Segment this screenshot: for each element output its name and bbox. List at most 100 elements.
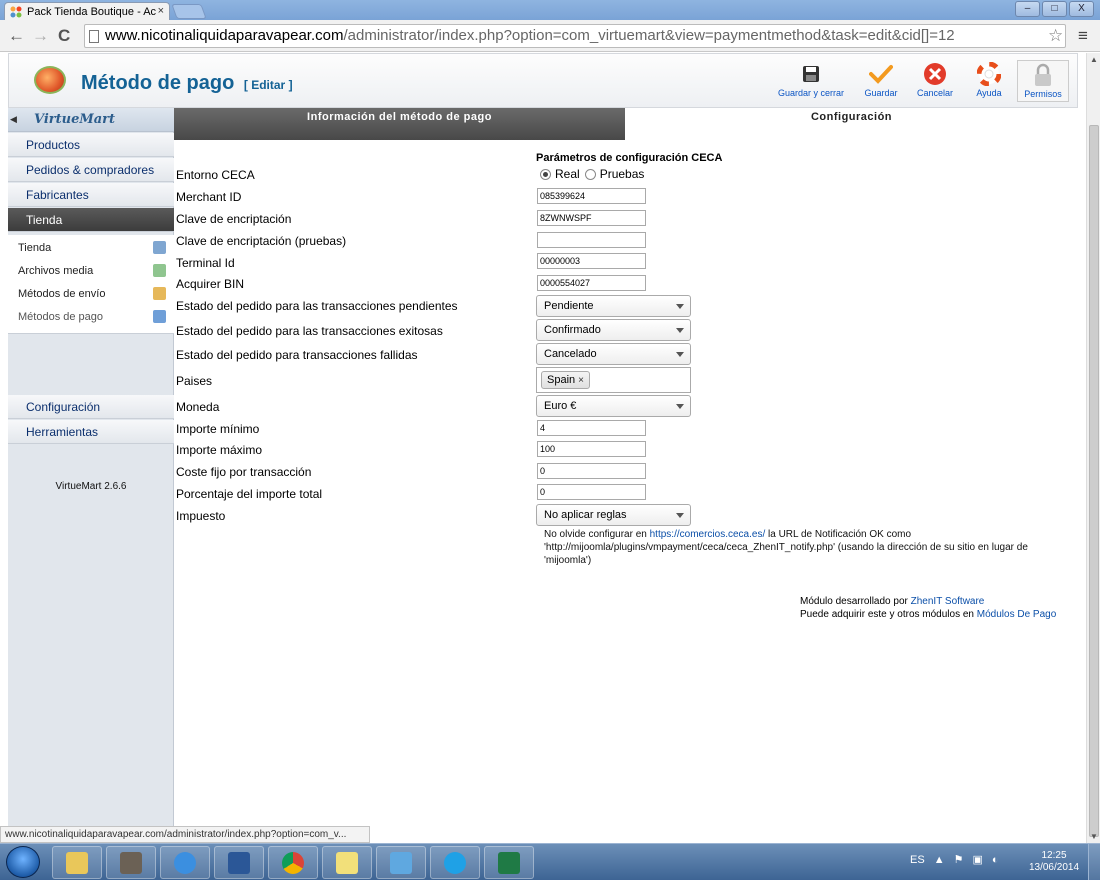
volume-icon[interactable]: ◐ [992, 854, 999, 866]
sidebar-section-herramientas[interactable]: Herramientas [8, 420, 174, 444]
notification-note: No olvide configurar en https://comercio… [544, 528, 1064, 567]
tab-configuration[interactable]: Configuración [625, 108, 1078, 140]
ceca-link[interactable]: https://comercios.ceca.es/ [650, 529, 766, 540]
fixed-cost-input[interactable] [537, 463, 646, 479]
taskbar-gimp[interactable] [106, 846, 156, 879]
success-status-select[interactable]: Confirmado [536, 319, 691, 341]
note-prefix: No olvide configurar en [544, 529, 647, 540]
taskbar-word[interactable] [214, 846, 264, 879]
tab-payment-info[interactable]: Información del método de pago [174, 108, 625, 140]
cancel-button[interactable]: Cancelar [909, 60, 961, 102]
sidebar-section-fabricantes[interactable]: Fabricantes [8, 183, 174, 207]
action-toolbar: Guardar y cerrar Guardar Cancelar Ayuda [769, 60, 1069, 102]
note-middle: la URL de Notificación OK como [768, 529, 912, 540]
sidebar: ◀ VirtueMart Productos Pedidos & comprad… [8, 108, 174, 826]
radio-pruebas[interactable] [584, 168, 596, 180]
taskbar-ie[interactable] [160, 846, 210, 879]
browser-menu-icon[interactable]: ≡ [1078, 26, 1088, 46]
sidebar-section-tienda[interactable]: Tienda [8, 208, 174, 232]
bookmark-star-icon[interactable]: ☆ [1048, 26, 1063, 46]
sidebar-section-pedidos[interactable]: Pedidos & compradores [8, 158, 174, 182]
reload-button[interactable]: C [58, 26, 70, 46]
sidebar-item-metodos-pago[interactable]: Métodos de pago [8, 307, 174, 329]
configuration-form: Parámetros de configuración CECA Entorno… [176, 143, 1078, 743]
taskbar-skype[interactable] [430, 846, 480, 879]
admin-header: Método de pago [ Editar ] Guardar y cerr… [8, 53, 1078, 108]
clock-time: 12:25 [1041, 850, 1067, 861]
window-controls: – □ X [1015, 1, 1094, 17]
url-host: www.nicotinaliquidaparavapear.com [105, 27, 344, 44]
taskbar-excel[interactable] [484, 846, 534, 879]
browser-tab[interactable]: Pack Tienda Boutique - Ac × [4, 2, 170, 20]
label-currency: Moneda [176, 400, 220, 414]
virtuemart-brand: VirtueMart [34, 112, 116, 127]
chevron-down-icon [676, 404, 684, 409]
payment-modules-link[interactable]: Módulos De Pago [977, 609, 1057, 620]
taskbar-chrome[interactable] [268, 846, 318, 879]
tab-bar: Información del método de pago Configura… [174, 108, 1078, 140]
label-min: Importe mínimo [176, 422, 260, 436]
back-button[interactable]: ← [8, 26, 25, 46]
page-scrollbar[interactable]: ▲ ▼ [1086, 53, 1100, 843]
country-tag-label: Spain [547, 374, 576, 386]
joomla-favicon-icon [10, 6, 22, 18]
tax-select[interactable]: No aplicar reglas [536, 504, 691, 526]
scroll-up-icon[interactable]: ▲ [1090, 55, 1098, 64]
status-bar: www.nicotinaliquidaparavapear.com/admini… [0, 826, 370, 843]
label-tax: Impuesto [176, 509, 226, 523]
maximize-button[interactable]: □ [1042, 1, 1067, 17]
acquirer-bin-input[interactable] [537, 275, 646, 291]
failed-status-value: Cancelado [544, 348, 597, 360]
windows-taskbar: ES ▲ ⚑ ▣ ◐ 12:25 13/06/2014 [0, 843, 1100, 880]
close-window-button[interactable]: X [1069, 1, 1094, 17]
address-bar[interactable]: www.nicotinaliquidaparavapear.com/admini… [84, 24, 1066, 48]
browser-toolbar: ← → C www.nicotinaliquidaparavapear.com/… [0, 20, 1100, 52]
tax-value: No aplicar reglas [544, 509, 627, 521]
sidebar-section-productos[interactable]: Productos [8, 133, 174, 157]
sidebar-item-archivos-media[interactable]: Archivos media [8, 261, 174, 283]
show-desktop-button[interactable] [1088, 844, 1100, 880]
sidebar-item-tienda[interactable]: Tienda [8, 238, 174, 260]
scrollbar-thumb[interactable] [1089, 125, 1099, 837]
minimize-button[interactable]: – [1015, 1, 1040, 17]
network-icon[interactable]: ▣ [972, 853, 982, 866]
encryption-key-test-input[interactable] [537, 232, 646, 248]
note-rest: 'http://mijoomla/plugins/vmpayment/ceca/… [544, 542, 1028, 566]
save-button[interactable]: Guardar [855, 60, 907, 102]
save-and-close-button[interactable]: Guardar y cerrar [769, 60, 853, 102]
clock-date: 13/06/2014 [1028, 862, 1080, 873]
failed-status-select[interactable]: Cancelado [536, 343, 691, 365]
permissions-button[interactable]: Permisos [1017, 60, 1069, 102]
flag-icon[interactable]: ⚑ [954, 853, 964, 866]
start-button[interactable] [6, 846, 40, 878]
pending-status-select[interactable]: Pendiente [536, 295, 691, 317]
truck-icon [153, 287, 166, 300]
terminal-id-input[interactable] [537, 253, 646, 269]
taskbar-notes[interactable] [322, 846, 372, 879]
percent-input[interactable] [537, 484, 646, 500]
sidebar-section-configuracion[interactable]: Configuración [8, 395, 174, 419]
countries-multiselect[interactable]: Spain × [536, 367, 691, 393]
max-amount-input[interactable] [537, 441, 646, 457]
remove-tag-icon[interactable]: × [578, 375, 584, 386]
sidebar-item-metodos-envio[interactable]: Métodos de envío [8, 284, 174, 306]
collapse-sidebar-icon[interactable]: ◀ [10, 114, 17, 125]
clock[interactable]: 12:25 13/06/2014 [1027, 850, 1081, 874]
min-amount-input[interactable] [537, 420, 646, 436]
zhenit-link[interactable]: ZhenIT Software [911, 596, 985, 607]
language-indicator[interactable]: ES [910, 854, 925, 866]
url-path: /administrator/index.php?option=com_virt… [343, 27, 955, 44]
forward-button[interactable]: → [32, 26, 49, 46]
new-tab-button[interactable] [171, 4, 207, 19]
currency-select[interactable]: Euro € [536, 395, 691, 417]
taskbar-explorer[interactable] [52, 846, 102, 879]
encryption-key-input[interactable] [537, 210, 646, 226]
page-icon [89, 30, 99, 43]
scroll-down-icon[interactable]: ▼ [1090, 832, 1098, 841]
tray-expand-icon[interactable]: ▲ [934, 854, 945, 866]
merchant-id-input[interactable] [537, 188, 646, 204]
help-button[interactable]: Ayuda [963, 60, 1015, 102]
close-tab-icon[interactable]: × [158, 5, 164, 17]
taskbar-people[interactable] [376, 846, 426, 879]
radio-real[interactable] [540, 168, 551, 180]
